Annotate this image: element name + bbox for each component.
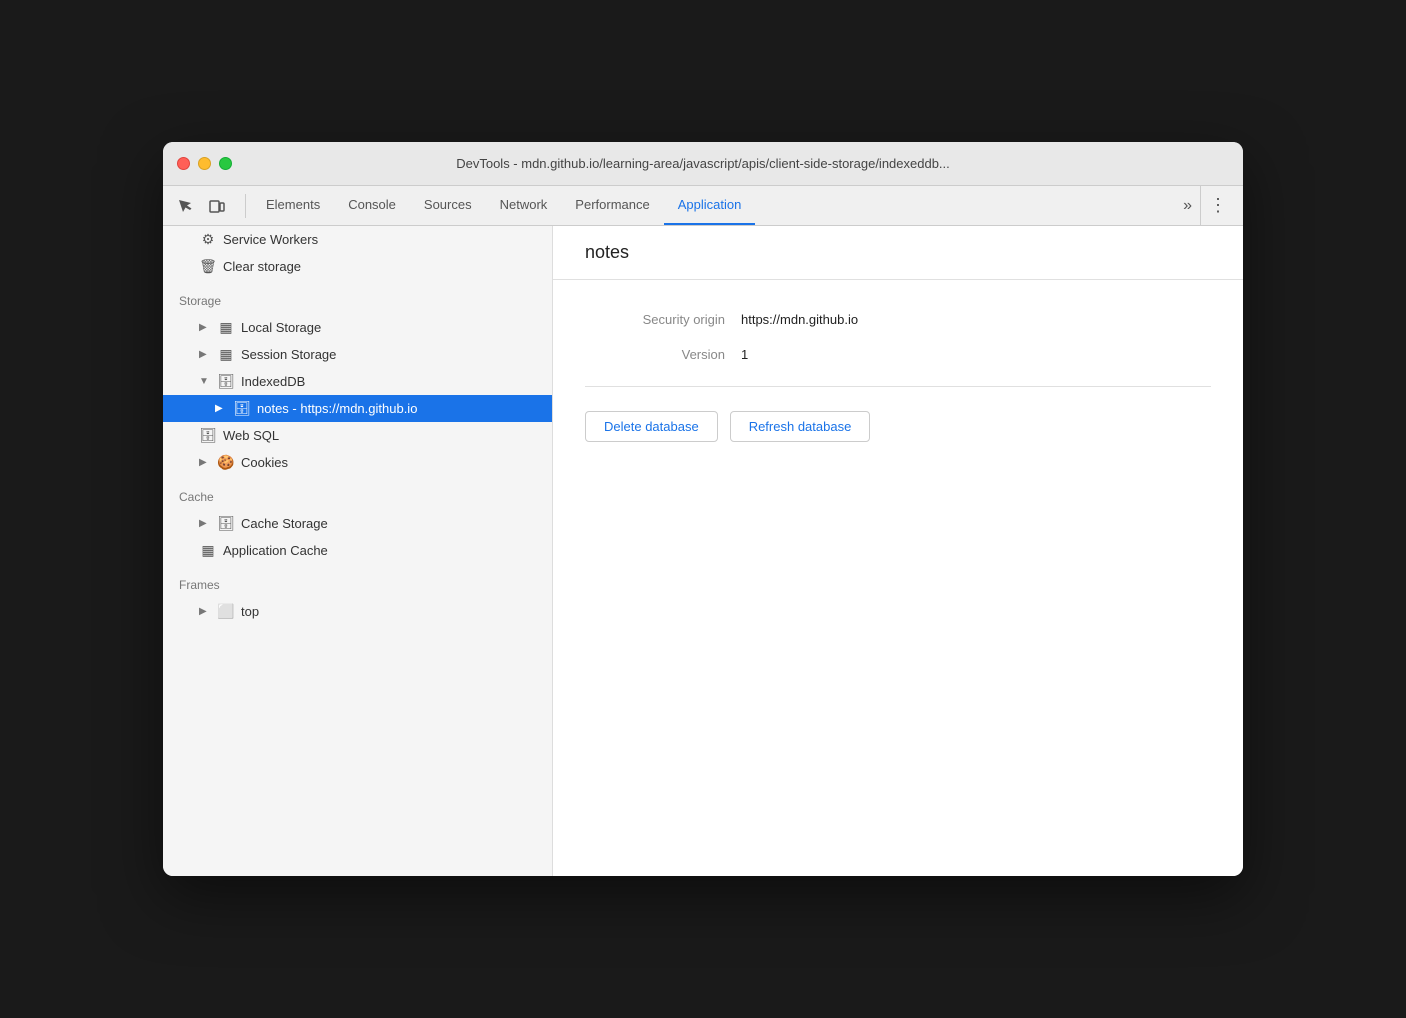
- websql-icon: 🗄: [199, 427, 217, 444]
- sidebar-item-cookies[interactable]: ▶ 🍪 Cookies: [163, 449, 552, 476]
- version-value: 1: [741, 347, 748, 362]
- arrow-right-icon: ▶: [199, 457, 211, 468]
- session-storage-icon: ▦: [217, 346, 235, 363]
- devtools-window: DevTools - mdn.github.io/learning-area/j…: [163, 142, 1243, 876]
- cache-section-label: Cache: [163, 476, 552, 510]
- security-origin-label: Security origin: [585, 312, 725, 327]
- sidebar-item-top-frame[interactable]: ▶ ⬜ top: [163, 598, 552, 625]
- delete-database-button[interactable]: Delete database: [585, 411, 718, 442]
- tab-application[interactable]: Application: [664, 186, 756, 225]
- app-cache-icon: ▦: [199, 542, 217, 559]
- cursor-tool-button[interactable]: [171, 192, 199, 220]
- device-toggle-button[interactable]: [203, 192, 231, 220]
- toolbar-icons: [171, 192, 231, 220]
- arrow-right-icon: ▶: [199, 349, 211, 360]
- sidebar-item-application-cache[interactable]: ▦ Application Cache: [163, 537, 552, 564]
- storage-section-label: Storage: [163, 280, 552, 314]
- content-body: Security origin https://mdn.github.io Ve…: [553, 280, 1243, 876]
- sidebar-item-websql[interactable]: 🗄 Web SQL: [163, 422, 552, 449]
- tab-sources[interactable]: Sources: [410, 186, 486, 225]
- sidebar-item-clear-storage[interactable]: 🗑 Clear storage: [163, 253, 552, 280]
- refresh-database-button[interactable]: Refresh database: [730, 411, 871, 442]
- version-row: Version 1: [585, 347, 1211, 362]
- indexeddb-icon: 🗄: [217, 373, 235, 390]
- security-origin-row: Security origin https://mdn.github.io: [585, 312, 1211, 327]
- content-divider: [585, 386, 1211, 387]
- arrow-down-icon: ▼: [199, 376, 211, 387]
- devtools-menu-button[interactable]: ⋮: [1200, 186, 1235, 225]
- traffic-lights: [177, 157, 232, 170]
- sidebar-item-notes-db[interactable]: ▶ 🗄 notes - https://mdn.github.io: [163, 395, 552, 422]
- trash-icon: 🗑: [199, 258, 217, 275]
- tab-elements[interactable]: Elements: [252, 186, 334, 225]
- content-area: notes Security origin https://mdn.github…: [553, 226, 1243, 876]
- security-origin-value: https://mdn.github.io: [741, 312, 858, 327]
- version-label: Version: [585, 347, 725, 362]
- sidebar-item-service-workers[interactable]: ⚙ Service Workers: [163, 226, 552, 253]
- sidebar: ⚙ Service Workers 🗑 Clear storage Storag…: [163, 226, 553, 876]
- more-tabs-button[interactable]: »: [1175, 197, 1200, 215]
- local-storage-icon: ▦: [217, 319, 235, 336]
- arrow-right-icon: ▶: [199, 322, 211, 333]
- sidebar-item-cache-storage[interactable]: ▶ 🗄 Cache Storage: [163, 510, 552, 537]
- db-title: notes: [585, 242, 1211, 263]
- frame-icon: ⬜: [217, 603, 235, 620]
- sidebar-item-session-storage[interactable]: ▶ ▦ Session Storage: [163, 341, 552, 368]
- maximize-button[interactable]: [219, 157, 232, 170]
- cache-storage-icon: 🗄: [217, 515, 235, 532]
- arrow-right-icon: ▶: [199, 606, 211, 617]
- main-layout: ⚙ Service Workers 🗑 Clear storage Storag…: [163, 226, 1243, 876]
- tab-performance[interactable]: Performance: [561, 186, 663, 225]
- sidebar-item-local-storage[interactable]: ▶ ▦ Local Storage: [163, 314, 552, 341]
- tab-network[interactable]: Network: [486, 186, 562, 225]
- cookie-icon: 🍪: [217, 454, 235, 471]
- notes-db-icon: 🗄: [233, 400, 251, 417]
- arrow-right-icon: ▶: [215, 403, 227, 414]
- arrow-right-icon: ▶: [199, 518, 211, 529]
- devtools-toolbar: Elements Console Sources Network Perform…: [163, 186, 1243, 226]
- toolbar-divider: [245, 194, 246, 218]
- titlebar: DevTools - mdn.github.io/learning-area/j…: [163, 142, 1243, 186]
- minimize-button[interactable]: [198, 157, 211, 170]
- frames-section-label: Frames: [163, 564, 552, 598]
- gear-icon: ⚙: [199, 231, 217, 248]
- action-buttons: Delete database Refresh database: [585, 411, 1211, 442]
- window-title: DevTools - mdn.github.io/learning-area/j…: [456, 156, 950, 171]
- tab-list: Elements Console Sources Network Perform…: [252, 186, 1175, 225]
- tab-console[interactable]: Console: [334, 186, 410, 225]
- content-header: notes: [553, 226, 1243, 280]
- sidebar-item-indexeddb[interactable]: ▼ 🗄 IndexedDB: [163, 368, 552, 395]
- close-button[interactable]: [177, 157, 190, 170]
